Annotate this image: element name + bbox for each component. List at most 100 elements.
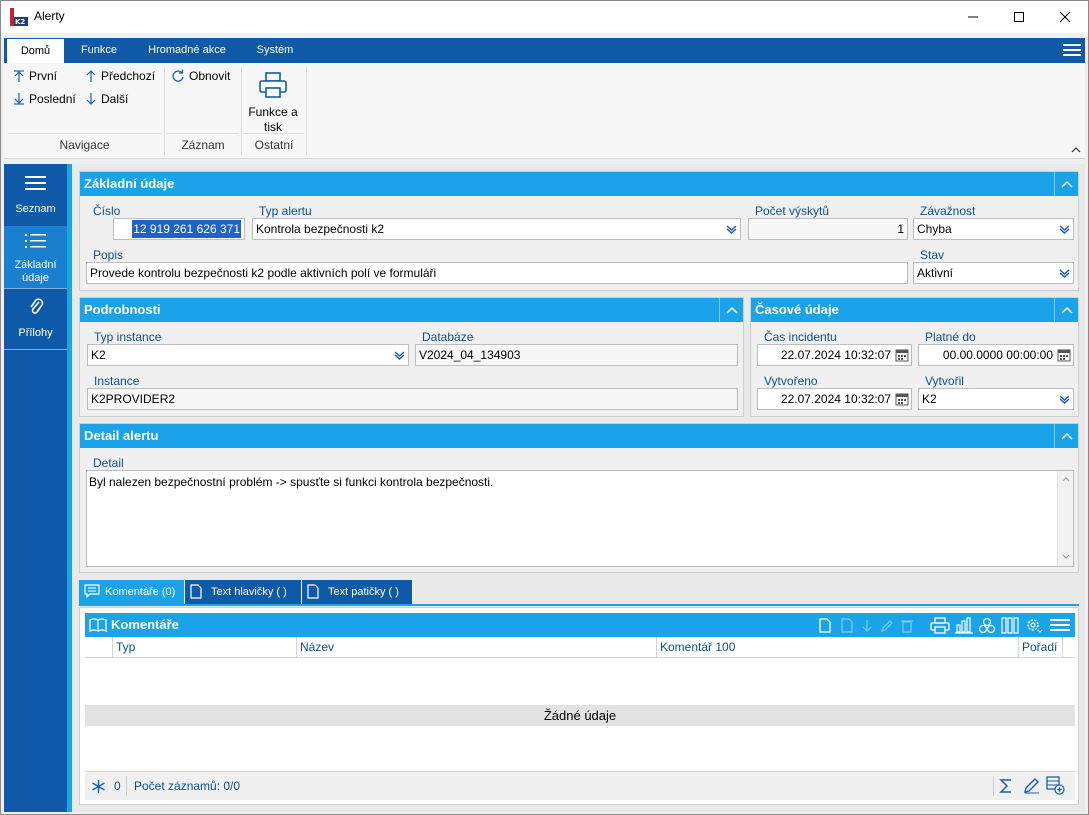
column-header[interactable]: Typ [113, 637, 297, 657]
columns-icon[interactable] [1001, 617, 1019, 634]
close-icon[interactable] [1042, 1, 1088, 33]
scroll-down-icon[interactable] [1062, 554, 1070, 560]
next-button[interactable]: Další [85, 92, 128, 106]
add-record-icon[interactable] [1046, 776, 1065, 795]
edit-pencil-icon[interactable] [1023, 777, 1040, 794]
arrow-up-icon [86, 70, 96, 82]
nav-divider [4, 349, 67, 350]
print-functions-button[interactable]: Funkce a tisk [245, 69, 301, 134]
detail-textarea[interactable]: Byl nalezen bezpečnostní problém -> spus… [86, 470, 1074, 567]
detail-scrollbar[interactable] [1057, 471, 1073, 566]
calendar-icon[interactable] [1057, 348, 1071, 362]
dropdown-icon [1059, 395, 1070, 404]
footer-divider [993, 776, 994, 796]
tab-label: Text patičky ( ) [328, 586, 399, 598]
tab-komentare[interactable]: Komentáře (0) [79, 580, 185, 604]
column-header[interactable]: Komentář 100 [657, 637, 1019, 657]
nav-item-seznam[interactable]: Seznam [4, 164, 67, 224]
cislo-field[interactable]: 12 919 261 626 371 [113, 218, 245, 240]
popis-field[interactable]: Provede kontrolu bezpečnosti k2 podle ak… [86, 262, 908, 284]
svg-text:K2: K2 [15, 18, 25, 26]
panel-title: Základní údaje [84, 176, 175, 191]
detail-text: Byl nalezen bezpečnostní problém -> spus… [89, 475, 494, 489]
panel-header: Základní údaje [80, 172, 1078, 196]
group-label-ostatni: Ostatní [254, 138, 294, 152]
tab-text-paticky[interactable]: Text patičky ( ) [302, 580, 413, 604]
typ-instance-select[interactable]: K2 [87, 344, 409, 366]
nav-item-zakladni-udaje[interactable]: Základní údaje [4, 226, 67, 288]
scroll-up-icon[interactable] [1062, 476, 1070, 482]
vytvoril-select[interactable]: K2 [918, 388, 1074, 410]
row-selector-column [85, 637, 113, 657]
hamburger-menu-icon[interactable] [1063, 42, 1081, 58]
chevron-up-icon[interactable] [1054, 424, 1078, 448]
collapse-ribbon-icon[interactable] [1071, 143, 1081, 153]
group-separator [241, 67, 242, 155]
pocet-vyskytu-field[interactable]: 1 [748, 218, 908, 240]
print-label-1: Funkce a [248, 105, 298, 119]
typ-alertu-select[interactable]: Kontrola bezpečnosti k2 [252, 218, 741, 240]
first-button[interactable]: První [13, 69, 57, 83]
tab-label: Text hlavičky ( ) [211, 586, 287, 598]
tab-system[interactable]: Systém [246, 38, 304, 63]
column-header[interactable]: Pořadí [1019, 637, 1063, 657]
tab-hromadne-akce[interactable]: Hromadné akce [138, 38, 236, 63]
first-label: První [29, 69, 58, 83]
bar-chart-icon[interactable] [955, 617, 973, 634]
chevron-up-icon[interactable] [1054, 298, 1078, 322]
document-icon [190, 584, 202, 599]
group-separator [306, 67, 307, 155]
column-header[interactable]: Název [297, 637, 657, 657]
maximize-icon[interactable] [996, 1, 1042, 33]
panel-casove-udaje: Časové údaje Čas incidentu 22.07.2024 10… [750, 297, 1079, 417]
calendar-icon[interactable] [895, 392, 909, 406]
instance-field[interactable]: K2PROVIDER2 [87, 388, 738, 410]
stav-label: Stav [920, 248, 945, 262]
settings-icon[interactable] [1025, 617, 1043, 634]
typ-instance-value: K2 [91, 348, 106, 362]
snowflake-icon[interactable] [91, 779, 106, 794]
tab-text-hlavicky[interactable]: Text hlavičky ( ) [185, 580, 302, 604]
platne-do-field[interactable]: 00.00.0000 00:00:00 [918, 344, 1074, 366]
left-navigation: Seznam Základní údaje Přílohy [4, 164, 67, 812]
sum-icon[interactable] [999, 778, 1013, 794]
zavaznost-label: Závažnost [920, 204, 976, 218]
vytvoreno-label: Vytvořeno [764, 374, 818, 388]
typ-instance-label: Typ instance [94, 330, 162, 344]
cislo-label: Číslo [93, 204, 121, 218]
refresh-button[interactable]: Obnovit [171, 69, 230, 83]
panel-podrobnosti: Podrobnosti Typ instance K2 Databáze V20… [79, 297, 744, 417]
typ-alertu-value: Kontrola bezpečnosti k2 [256, 222, 385, 236]
printer-icon[interactable] [930, 617, 950, 634]
document-icon [307, 584, 319, 599]
vytvoril-label: Vytvořil [925, 374, 964, 388]
paperclip-icon [30, 298, 44, 314]
chevron-up-icon[interactable] [1054, 172, 1078, 196]
nav-item-prilohy[interactable]: Přílohy [4, 289, 67, 349]
nav-label: Seznam [15, 203, 56, 215]
stav-select[interactable]: Aktivní [913, 262, 1074, 284]
group-divider [167, 133, 239, 134]
filter-group-icon[interactable] [978, 617, 996, 634]
calendar-icon[interactable] [895, 348, 909, 362]
panel-komentare: Komentáře Typ Název Komentář 100 Pořadí … [79, 607, 1079, 805]
tab-funkce[interactable]: Funkce [70, 38, 128, 63]
minimize-icon[interactable] [950, 1, 996, 33]
panel-title: Podrobnosti [84, 302, 161, 317]
last-button[interactable]: Poslední [13, 92, 76, 106]
tab-domu[interactable]: Domů [7, 39, 64, 63]
footer-divider [126, 776, 127, 796]
main-content: Základní údaje Číslo 12 919 261 626 371 … [72, 164, 1085, 812]
last-label: Poslední [29, 92, 76, 106]
ribbon-tab-bar: Domů Funkce Hromadné akce Systém [4, 38, 1085, 63]
new-record-icon[interactable] [818, 618, 832, 633]
databaze-label: Databáze [422, 330, 474, 344]
instance-value: K2PROVIDER2 [91, 392, 176, 406]
chevron-up-icon[interactable] [719, 298, 743, 322]
databaze-field[interactable]: V2024_04_134903 [415, 344, 738, 366]
hamburger-menu-icon[interactable] [1050, 618, 1070, 633]
zavaznost-select[interactable]: Chyba [913, 218, 1074, 240]
previous-button[interactable]: Předchozí [85, 69, 155, 83]
vytvoreno-field[interactable]: 22.07.2024 10:32:07 [757, 388, 912, 410]
cas-incidentu-field[interactable]: 22.07.2024 10:32:07 [757, 344, 912, 366]
